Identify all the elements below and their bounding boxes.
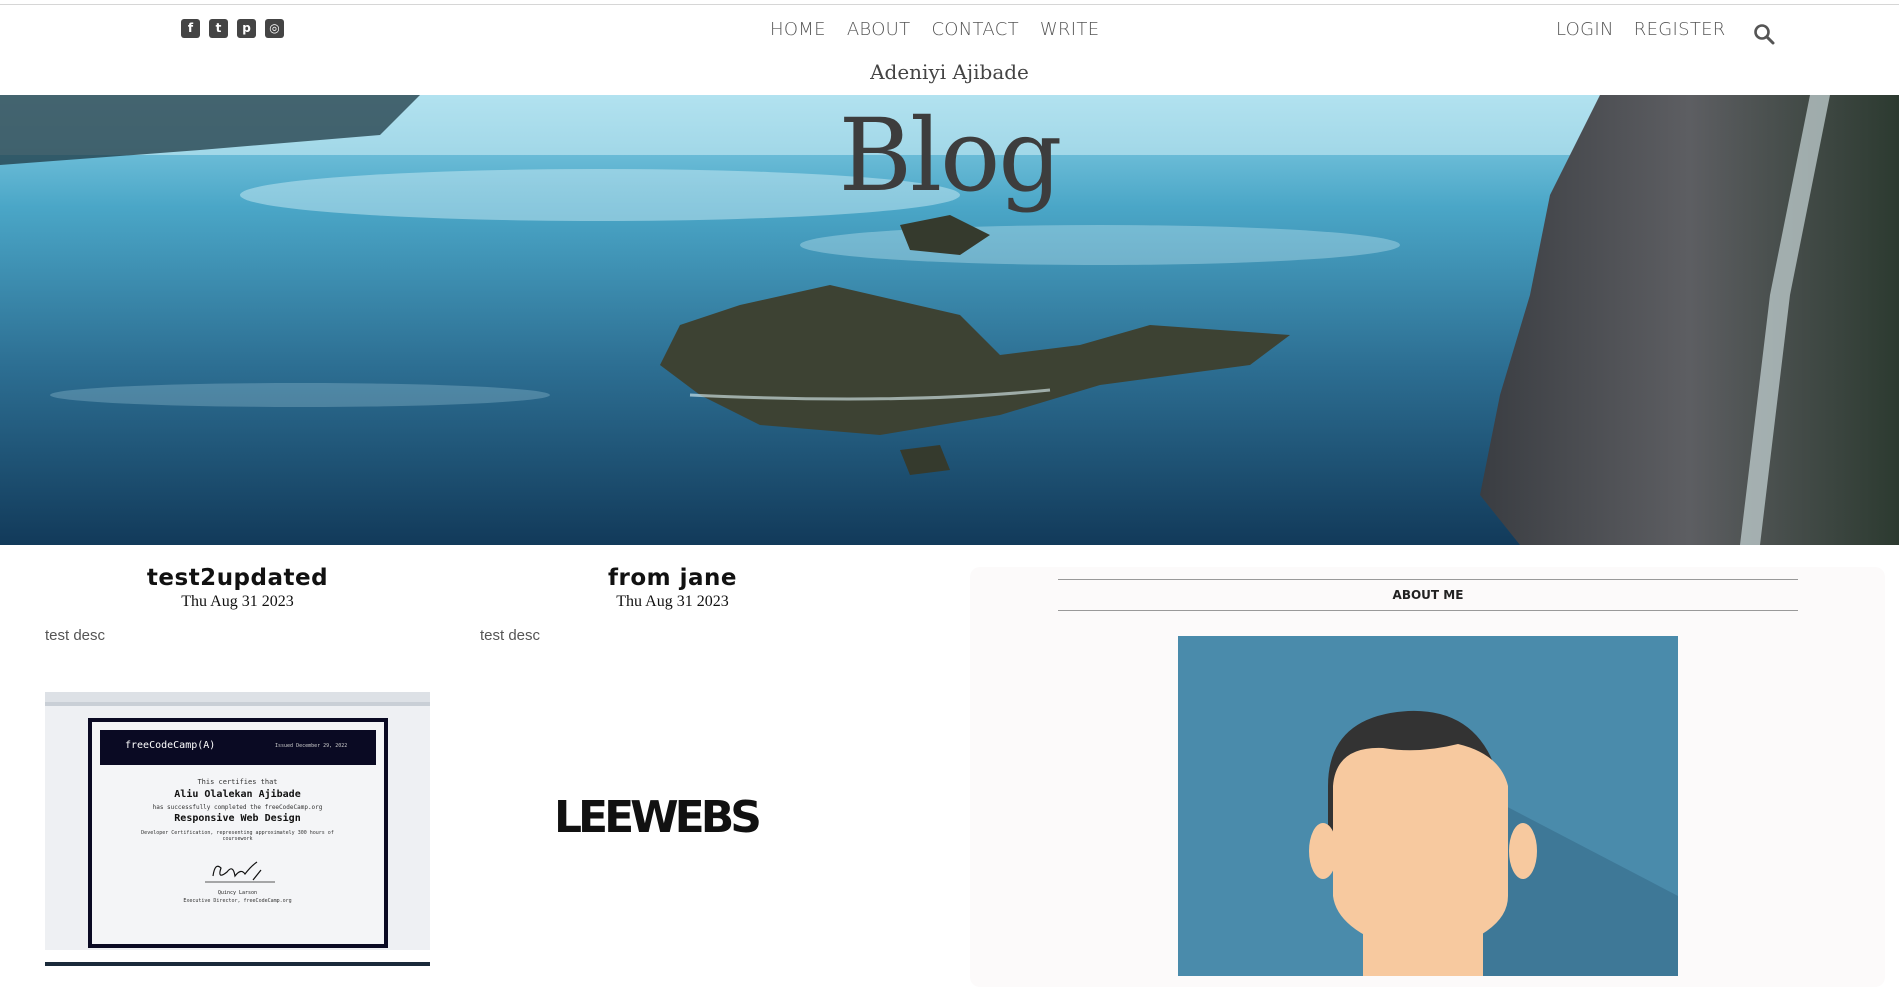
register-link[interactable]: REGISTER xyxy=(1634,19,1726,40)
hero-banner: Blog xyxy=(0,95,1899,545)
login-link[interactable]: LOGIN xyxy=(1556,19,1614,40)
post-description: test desc xyxy=(480,627,541,644)
instagram-icon[interactable]: ◎ xyxy=(265,19,284,38)
certificate-role: Executive Director, freeCodeCamp.org xyxy=(183,898,292,904)
facebook-icon[interactable]: f xyxy=(181,19,200,38)
pinterest-icon[interactable]: p xyxy=(237,19,256,38)
post-date: Thu Aug 31 2023 xyxy=(616,593,729,610)
certificate-course: Responsive Web Design xyxy=(174,813,301,824)
post-card: test2updated Thu Aug 31 2023 test desc f… xyxy=(45,565,430,966)
next-post-image-strip xyxy=(45,962,430,966)
certificate-issued: Issued December 29, 2022 xyxy=(275,743,348,749)
main-nav: HOME ABOUT CONTACT WRITE xyxy=(770,19,1099,40)
search-icon[interactable] xyxy=(1753,23,1775,45)
auth-links: LOGIN REGISTER xyxy=(1556,19,1726,40)
certificate-hours: Developer Certification, representing ap… xyxy=(141,830,334,842)
post-image[interactable]: LEEWEBS xyxy=(480,692,865,950)
site-name: Adeniyi Ajibade xyxy=(870,60,1029,84)
leewebs-logo: LEEWEBS xyxy=(554,792,762,843)
avatar xyxy=(1178,636,1678,976)
certificate-completed: has successfully completed the freeCodeC… xyxy=(152,804,323,811)
post-card: from jane Thu Aug 31 2023 test desc LEEW… xyxy=(480,565,865,950)
post-title[interactable]: test2updated xyxy=(45,565,430,591)
certificate-signer: Quincy Larson xyxy=(217,890,258,896)
hero-title: Blog xyxy=(838,97,1063,214)
nav-home[interactable]: HOME xyxy=(770,19,826,40)
certificate-name: Aliu Olalekan Ajibade xyxy=(174,789,301,800)
certificate-certifies: This certifies that xyxy=(197,778,278,786)
social-links: f t p ◎ xyxy=(181,19,284,38)
post-date: Thu Aug 31 2023 xyxy=(181,593,294,610)
about-me-heading: ABOUT ME xyxy=(1058,579,1798,611)
post-image[interactable]: freeCodeCamp(A) Issued December 29, 2022… xyxy=(45,692,430,950)
certificate-brand: freeCodeCamp(A) xyxy=(125,740,216,751)
nav-contact[interactable]: CONTACT xyxy=(931,19,1018,40)
post-title[interactable]: from jane xyxy=(480,565,865,591)
nav-about[interactable]: ABOUT xyxy=(847,19,911,40)
sidebar: ABOUT ME xyxy=(970,567,1885,987)
post-description: test desc xyxy=(45,627,106,644)
nav-write[interactable]: WRITE xyxy=(1040,19,1099,40)
signature xyxy=(205,861,275,883)
twitter-icon[interactable]: t xyxy=(209,19,228,38)
